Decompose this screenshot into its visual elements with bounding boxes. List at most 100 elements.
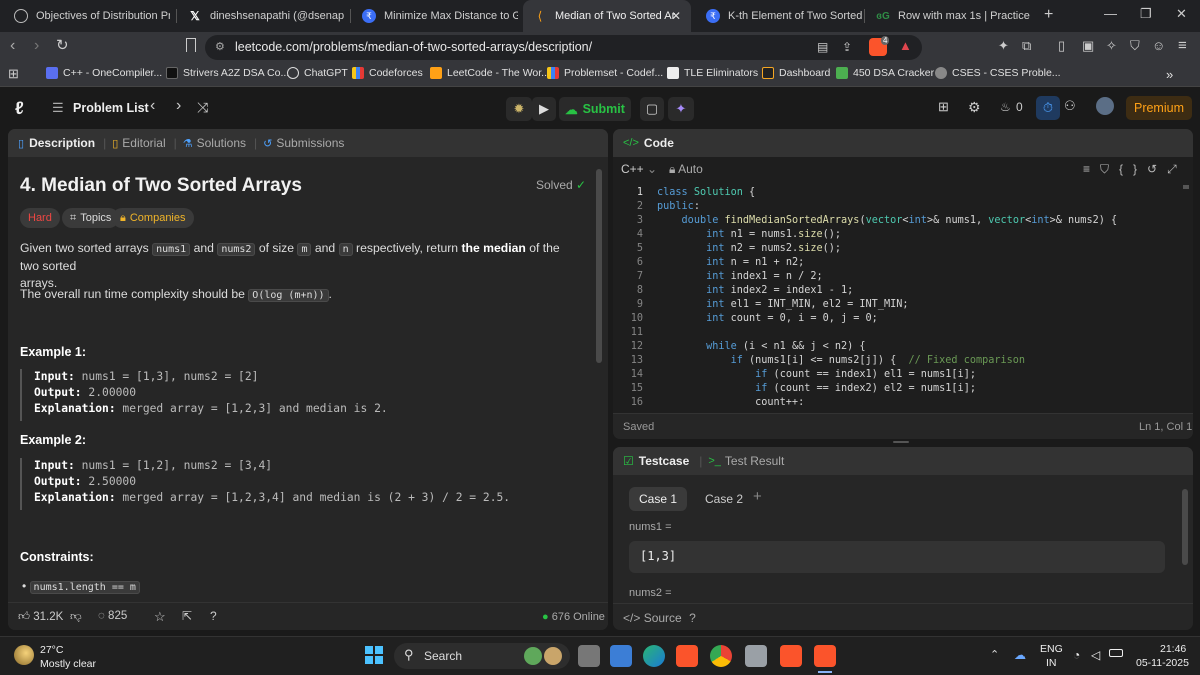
share-icon[interactable]: ⇪ (842, 40, 852, 54)
restore-icon[interactable]: ❐ (1140, 6, 1152, 22)
address-bar[interactable]: ⚙ leetcode.com/problems/median-of-two-so… (205, 35, 922, 60)
tab-description[interactable]: Description (29, 136, 95, 150)
apps-icon[interactable]: ⊞ (8, 66, 19, 82)
timer-icon[interactable]: ⏱ (1036, 96, 1060, 120)
editor-tools[interactable]: ≡⛉{}↺⤢ (1083, 162, 1187, 177)
tray-chevron-icon[interactable]: ⌃ (990, 648, 999, 661)
add-friend-icon[interactable]: ⚇ (1064, 98, 1076, 114)
brave-active-icon[interactable] (814, 645, 836, 667)
site-info-icon[interactable]: ⚙ (215, 40, 225, 53)
help-icon[interactable]: ? (210, 609, 217, 623)
language-selector[interactable]: C++ ⌄ (621, 162, 657, 176)
url-text[interactable]: leetcode.com/problems/median-of-two-sort… (235, 40, 592, 54)
panel-resize-handle[interactable] (893, 441, 909, 443)
add-case-button[interactable]: + (753, 488, 762, 505)
vpn-icon[interactable]: ⛉ (1130, 38, 1140, 54)
reload-icon[interactable]: ↻ (56, 36, 69, 54)
new-tab-button[interactable]: + (1044, 6, 1053, 24)
fire-icon[interactable]: ♨ (1000, 100, 1011, 114)
problem-list-link[interactable]: Problem List (73, 101, 149, 115)
browser-tab[interactable]: ₹ K-th Element of Two Sorted Arra (696, 0, 862, 32)
forward-icon[interactable]: › (34, 37, 39, 55)
notes-button[interactable]: ▢ (640, 97, 664, 121)
clock-date[interactable]: 05-11-2025 (1136, 657, 1189, 669)
screenshot-icon[interactable]: ⧉ (1022, 38, 1031, 54)
bookmark-item[interactable]: Dashboard (762, 67, 830, 79)
chrome-icon[interactable] (710, 645, 732, 667)
prev-problem-icon[interactable]: ‹ (150, 97, 155, 115)
wifi-icon[interactable]: ◔ (1073, 648, 1080, 662)
weather-icon[interactable] (14, 645, 34, 665)
case-1-tab[interactable]: Case 1 (629, 487, 687, 511)
lang-primary[interactable]: ENG (1040, 643, 1063, 655)
tab-editorial[interactable]: Editorial (122, 136, 165, 150)
bookmark-item[interactable]: Strivers A2Z DSA Co... (166, 67, 289, 79)
bookmark-item[interactable]: ChatGPT (287, 67, 348, 79)
browser-tab-active[interactable]: ⟨ Median of Two Sorted Array ✕ (523, 0, 691, 32)
onedrive-icon[interactable]: ☁ (1014, 648, 1026, 662)
more-bookmarks-button[interactable]: » (1166, 67, 1173, 82)
close-tab-icon[interactable]: ✕ (671, 9, 681, 23)
like-button[interactable]: 👍︎ 31.2K (18, 610, 63, 624)
weather-desc[interactable]: Mostly clear (40, 658, 96, 670)
scrollbar[interactable] (596, 169, 602, 363)
premium-button[interactable]: Premium (1126, 96, 1192, 120)
bookmark-item[interactable]: C++ - OneCompiler... (46, 67, 162, 79)
comments-button[interactable]: ◌ 825 (98, 610, 127, 622)
clock-time[interactable]: 21:46 (1160, 643, 1186, 655)
code-editor[interactable]: 1 class Solution { 2 public: 3 double find… (613, 185, 1181, 405)
bookmark-item[interactable]: Problemset - Codef... (547, 67, 663, 79)
brave-icon[interactable] (676, 645, 698, 667)
bookmark-item[interactable]: Codeforces (352, 67, 423, 79)
lang-secondary[interactable]: IN (1046, 657, 1057, 669)
task-view-icon[interactable] (578, 645, 600, 667)
submit-button[interactable]: ☁ Submit (559, 97, 631, 121)
menu-icon[interactable]: ≡ (1178, 37, 1187, 54)
brave-profile-icon[interactable] (780, 645, 802, 667)
companies-tag[interactable]: 🔒︎ Companies (112, 208, 194, 228)
star-icon[interactable]: ☆ (154, 609, 166, 625)
browser-tab[interactable]: ɞG Row with max 1s | Practice | Gee (866, 0, 1032, 32)
keyboard-icon[interactable] (745, 645, 767, 667)
sidebar-icon[interactable]: ▯ (1058, 38, 1065, 54)
browser-tab[interactable]: Objectives of Distribution Protec (4, 0, 170, 32)
share-icon[interactable]: ⇱ (182, 609, 192, 623)
leo-icon[interactable]: ✧ (1106, 38, 1117, 54)
taskbar-search[interactable]: ⚲ Search (394, 643, 570, 669)
source-link[interactable]: </> Source ? (623, 611, 696, 625)
run-button[interactable]: ▶ (532, 97, 556, 121)
code-scrollbar[interactable] (1183, 185, 1189, 189)
tab-solutions[interactable]: Solutions (197, 136, 246, 150)
bookmark-item[interactable]: LeetCode - The Wor... (430, 67, 550, 79)
extensions-icon[interactable]: ✦ (998, 38, 1009, 54)
topics-tag[interactable]: ⌗ Topics (62, 208, 120, 228)
reader-icon[interactable]: ▤ (817, 40, 828, 54)
next-problem-icon[interactable]: › (176, 97, 181, 115)
leetcode-logo-icon[interactable]: ℓ (15, 98, 24, 119)
shuffle-icon[interactable]: ⤨ (197, 99, 208, 116)
tab-testcase[interactable]: Testcase (639, 454, 689, 468)
wallet-icon[interactable]: ▣ (1082, 38, 1094, 54)
layout-icon[interactable]: ⊞ (938, 99, 949, 115)
testcase-scrollbar[interactable] (1182, 489, 1188, 565)
settings-icon[interactable]: ⚙ (968, 99, 981, 116)
battery-icon[interactable] (1109, 649, 1123, 657)
bookmark-item[interactable]: TLE Eliminators (667, 67, 758, 79)
start-icon[interactable] (365, 646, 383, 664)
tab-submissions[interactable]: Submissions (276, 136, 344, 150)
browser-tab[interactable]: 𝕏 dineshsenapathi (@dsenapathi4 (178, 0, 344, 32)
ai-button[interactable]: ✦ (668, 97, 694, 121)
profile-icon[interactable]: ☺ (1152, 38, 1165, 53)
weather-temp[interactable]: 27°C (40, 644, 63, 656)
bookmark-item[interactable]: 450 DSA Cracker (836, 67, 934, 79)
volume-icon[interactable]: ◁ (1091, 648, 1100, 662)
edge-icon[interactable] (643, 645, 665, 667)
nums1-input[interactable]: [1,3] (629, 541, 1165, 573)
back-icon[interactable]: ‹ (10, 37, 15, 55)
close-window-icon[interactable]: ✕ (1176, 6, 1187, 22)
tab-test-result[interactable]: Test Result (725, 454, 784, 468)
bookmark-item[interactable]: CSES - CSES Proble... (935, 67, 1061, 79)
minimize-icon[interactable]: — (1104, 6, 1117, 21)
avatar[interactable] (1096, 97, 1114, 115)
store-icon[interactable] (610, 645, 632, 667)
